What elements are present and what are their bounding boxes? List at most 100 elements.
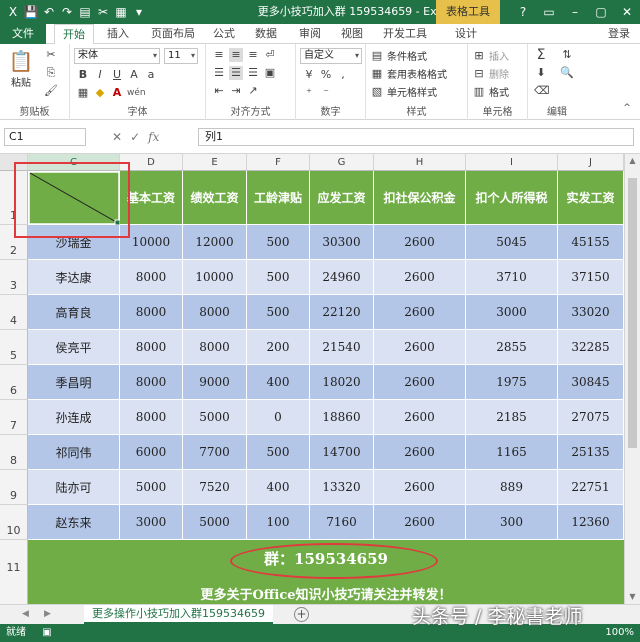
table-cell-perf[interactable]: 7520 bbox=[183, 470, 247, 505]
table-cell-base[interactable]: 5000 bbox=[120, 470, 183, 505]
bold-icon[interactable]: B bbox=[76, 68, 90, 82]
table-cell-social[interactable]: 2600 bbox=[374, 295, 466, 330]
table-cell-gross[interactable]: 7160 bbox=[310, 505, 374, 540]
column-header-j[interactable]: J bbox=[558, 154, 624, 171]
prev-sheet-icon[interactable]: ◀ bbox=[22, 605, 29, 624]
close-button[interactable]: ✕ bbox=[614, 0, 640, 24]
insert-function-icon[interactable]: fx bbox=[148, 128, 159, 146]
table-header-seniority[interactable]: 工龄津贴 bbox=[247, 171, 310, 225]
font-shrink-icon[interactable]: a bbox=[144, 68, 158, 82]
tab-formulas[interactable]: 公式 bbox=[208, 24, 240, 44]
delete-cells-button[interactable]: ⊟ 删除 bbox=[472, 66, 509, 82]
name-box[interactable]: C1 bbox=[4, 128, 86, 146]
column-header-i[interactable]: I bbox=[466, 154, 558, 171]
font-color-icon[interactable]: A bbox=[110, 86, 124, 100]
row-header-11[interactable]: 11 bbox=[0, 540, 28, 604]
table-cell-net[interactable]: 27075 bbox=[558, 400, 624, 435]
table-cell-gross[interactable]: 13320 bbox=[310, 470, 374, 505]
font-grow-icon[interactable]: A bbox=[127, 68, 141, 82]
table-cell-gross[interactable]: 21540 bbox=[310, 330, 374, 365]
minimize-button[interactable]: – bbox=[562, 0, 588, 24]
cancel-icon[interactable]: ✕ bbox=[112, 128, 122, 146]
table-cell-base[interactable]: 8000 bbox=[120, 295, 183, 330]
table-cell-tax[interactable]: 2185 bbox=[466, 400, 558, 435]
table-cell-perf[interactable]: 8000 bbox=[183, 330, 247, 365]
table-cell-net[interactable]: 33020 bbox=[558, 295, 624, 330]
macro-record-icon[interactable]: ▣ bbox=[40, 626, 54, 640]
row-header-7[interactable]: 7 bbox=[0, 400, 28, 435]
scroll-down-icon[interactable]: ▼ bbox=[625, 590, 640, 604]
employee-name-cell[interactable]: 孙连成 bbox=[28, 400, 120, 435]
font-name-combo[interactable]: 宋体 ▾ bbox=[74, 48, 160, 64]
autosum-icon[interactable]: Σ bbox=[534, 48, 548, 62]
employee-name-cell[interactable]: 祁同伟 bbox=[28, 435, 120, 470]
row-header-5[interactable]: 5 bbox=[0, 330, 28, 365]
table-cell-gross[interactable]: 24960 bbox=[310, 260, 374, 295]
underline-icon[interactable]: U bbox=[110, 68, 124, 82]
row-header-6[interactable]: 6 bbox=[0, 365, 28, 400]
table-cell-seniority[interactable]: 500 bbox=[247, 295, 310, 330]
cell-styles-button[interactable]: ▧ 单元格样式 bbox=[370, 84, 437, 100]
help-button[interactable]: ? bbox=[510, 0, 536, 24]
table-cell-perf[interactable]: 7700 bbox=[183, 435, 247, 470]
tab-review[interactable]: 审阅 bbox=[294, 24, 326, 44]
tab-design[interactable]: 设计 bbox=[446, 24, 486, 44]
table-cell-net[interactable]: 22751 bbox=[558, 470, 624, 505]
table-cell-social[interactable]: 2600 bbox=[374, 505, 466, 540]
row-header-8[interactable]: 8 bbox=[0, 435, 28, 470]
table-cell-tax[interactable]: 1975 bbox=[466, 365, 558, 400]
find-select-icon[interactable]: 🔍 bbox=[560, 66, 574, 80]
table-cell-social[interactable]: 2600 bbox=[374, 470, 466, 505]
wrap-text-icon[interactable]: ⏎ bbox=[263, 48, 277, 62]
table-cell-social[interactable]: 2600 bbox=[374, 330, 466, 365]
table-header-net[interactable]: 实发工资 bbox=[558, 171, 624, 225]
merge-cells-icon[interactable]: ▣ bbox=[263, 66, 277, 80]
number-format-combo[interactable]: 自定义 ▾ bbox=[300, 48, 362, 64]
employee-name-cell[interactable]: 李达康 bbox=[28, 260, 120, 295]
zoom-level[interactable]: 100% bbox=[605, 624, 634, 642]
employee-name-cell[interactable]: 陆亦可 bbox=[28, 470, 120, 505]
formula-input[interactable]: 列1 bbox=[198, 128, 634, 146]
table-cell-net[interactable]: 32285 bbox=[558, 330, 624, 365]
paste-button[interactable]: 📋 粘贴 bbox=[8, 48, 34, 89]
copy-icon[interactable]: ⎘ bbox=[44, 66, 58, 80]
table-cell-seniority[interactable]: 0 bbox=[247, 400, 310, 435]
row-header-10[interactable]: 10 bbox=[0, 505, 28, 540]
align-top-icon[interactable]: ≡ bbox=[212, 48, 226, 62]
conditional-format-button[interactable]: ▤ 条件格式 bbox=[370, 48, 427, 64]
ribbon-display-button[interactable]: ▭ bbox=[536, 0, 562, 24]
table-cell-tax[interactable]: 300 bbox=[466, 505, 558, 540]
table-cell-social[interactable]: 2600 bbox=[374, 400, 466, 435]
cut-icon[interactable]: ✂ bbox=[44, 48, 58, 62]
table-cell-perf[interactable]: 12000 bbox=[183, 225, 247, 260]
table-cell-perf[interactable]: 5000 bbox=[183, 400, 247, 435]
table-cell-tax[interactable]: 889 bbox=[466, 470, 558, 505]
employee-name-cell[interactable]: 侯亮平 bbox=[28, 330, 120, 365]
tab-insert[interactable]: 插入 bbox=[100, 24, 136, 44]
maximize-button[interactable]: ▢ bbox=[588, 0, 614, 24]
row-header-9[interactable]: 9 bbox=[0, 470, 28, 505]
table-cell-perf[interactable]: 5000 bbox=[183, 505, 247, 540]
table-header-tax[interactable]: 扣个人所得税 bbox=[466, 171, 558, 225]
table-cell-tax[interactable]: 3000 bbox=[466, 295, 558, 330]
table-cell-base[interactable]: 8000 bbox=[120, 365, 183, 400]
table-header-perf[interactable]: 绩效工资 bbox=[183, 171, 247, 225]
increase-decimal-icon[interactable]: ⁺ bbox=[302, 86, 316, 100]
fill-color-icon[interactable]: ◆ bbox=[93, 86, 107, 100]
orientation-icon[interactable]: ↗ bbox=[246, 84, 260, 98]
table-format-button[interactable]: ▦ 套用表格格式 bbox=[370, 66, 447, 82]
align-bottom-icon[interactable]: ≡ bbox=[246, 48, 260, 62]
phonetic-icon[interactable]: wén bbox=[127, 88, 146, 98]
table-cell-seniority[interactable]: 200 bbox=[247, 330, 310, 365]
table-cell-seniority[interactable]: 400 bbox=[247, 470, 310, 505]
tab-developer[interactable]: 开发工具 bbox=[380, 24, 430, 44]
row-header-4[interactable]: 4 bbox=[0, 295, 28, 330]
percent-icon[interactable]: % bbox=[319, 68, 333, 82]
table-cell-base[interactable]: 8000 bbox=[120, 260, 183, 295]
table-cell-gross[interactable]: 14700 bbox=[310, 435, 374, 470]
table-header-social[interactable]: 扣社保公积金 bbox=[374, 171, 466, 225]
table-cell-base[interactable]: 6000 bbox=[120, 435, 183, 470]
align-center-icon[interactable]: ☰ bbox=[229, 66, 243, 80]
column-header-e[interactable]: E bbox=[183, 154, 247, 171]
table-cell-net[interactable]: 12360 bbox=[558, 505, 624, 540]
